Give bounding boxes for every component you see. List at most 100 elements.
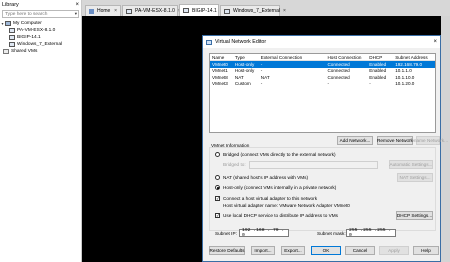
tab-windows7[interactable]: Windows_7_External × — [220, 5, 286, 16]
cell: - — [260, 68, 263, 74]
vm-icon — [9, 42, 15, 47]
connect-adapter-checkbox[interactable]: ✓ — [215, 196, 220, 201]
column-header[interactable]: Type — [235, 55, 261, 60]
dhcp-settings-button[interactable]: DHCP Settings... — [396, 211, 433, 220]
column-header[interactable]: DHCP — [369, 55, 395, 60]
tree-item-pa-vm[interactable]: PA-VM-ESX-8.1.0 — [0, 27, 81, 34]
use-dhcp-checkbox[interactable]: ✓ — [215, 213, 220, 218]
cell: 10.1.10.0 — [395, 74, 415, 80]
cell: - — [260, 61, 263, 67]
network-row[interactable]: VMnet3 Custom - - - 10.1.20.0 — [210, 81, 435, 88]
vm-icon — [9, 35, 15, 40]
tab-label: BIGIP-14.1 — [192, 7, 217, 14]
tree-item-windows7[interactable]: Windows_7_External — [0, 41, 81, 48]
subnet-mask-label: Subnet mask: — [317, 231, 346, 236]
cell: 192.168.79.0 — [395, 61, 423, 67]
host-only-label: Host-only (connect VMs internally in a p… — [223, 185, 337, 190]
dialog-title: Virtual Network Editor — [215, 39, 267, 45]
tree-item-my-computer[interactable]: ▾ My Computer — [0, 20, 81, 27]
cell: Host-only — [234, 61, 255, 67]
cell: VMnet3 — [212, 81, 228, 87]
tree-item-shared-vms[interactable]: Shared VMs — [0, 48, 81, 55]
close-icon[interactable]: × — [114, 8, 117, 14]
cell: Enabled — [369, 61, 387, 67]
cell: 10.1.20.0 — [395, 81, 415, 87]
tree-item-bigip[interactable]: BIGIP-14.1 — [0, 34, 81, 41]
cell: NAT — [260, 74, 270, 80]
cell: Host-only — [234, 68, 255, 74]
apply-button[interactable]: Apply — [379, 246, 409, 255]
host-only-radio[interactable] — [215, 185, 220, 190]
tab-bigip[interactable]: BIGIP-14.1 × — [179, 4, 223, 16]
bridged-to-label: Bridged to: — [223, 162, 246, 167]
restore-defaults-button[interactable]: Restore Defaults — [209, 246, 245, 255]
ok-button[interactable]: OK — [311, 246, 341, 255]
bridged-label: Bridged (connect VMs directly to the ext… — [223, 152, 336, 157]
cell: Connected — [327, 61, 350, 67]
cell: - — [369, 81, 371, 87]
connect-adapter-label: Connect a host virtual adapter to this n… — [223, 196, 318, 201]
bridged-radio[interactable] — [215, 152, 220, 157]
network-row[interactable]: VMnet8 NAT NAT Connected Enabled 10.1.10… — [210, 74, 435, 81]
cell: VMnet1 — [212, 68, 228, 74]
dialog-title-bar: Virtual Network Editor × — [203, 36, 440, 48]
library-header: Library × — [0, 0, 81, 9]
tab-strip: Home × PA-VM-ESX-8.1.0 × BIGIP-14.1 × Wi… — [82, 0, 450, 16]
computer-icon — [5, 21, 11, 26]
vm-icon — [224, 8, 230, 14]
tree-item-label: BIGIP-14.1 — [17, 35, 41, 40]
cell: - — [327, 81, 330, 87]
search-dropdown-icon[interactable]: ▾ — [75, 11, 77, 17]
cell: Enabled — [369, 74, 387, 80]
library-pane: Library × Type here to search ▾ ▾ My Com… — [0, 0, 82, 262]
bridged-to-select[interactable] — [249, 161, 378, 169]
add-network-button[interactable]: Add Network... — [337, 136, 373, 145]
column-header[interactable]: Subnet Address — [395, 55, 435, 60]
tab-label: Windows_7_External — [233, 8, 280, 14]
rename-network-button[interactable]: Rename Network... — [408, 136, 448, 145]
network-row[interactable]: VMnet0 Host-only - Connected Enabled 192… — [210, 61, 435, 68]
network-row[interactable]: VMnet1 Host-only - Connected Enabled 10.… — [210, 68, 435, 75]
subnet-ip-label: Subnet IP: — [215, 231, 237, 236]
cell: - — [260, 81, 263, 87]
export-button[interactable]: Export... — [281, 246, 305, 255]
cell: Connected — [327, 74, 350, 80]
cell: Connected — [327, 68, 350, 74]
tab-label: Home — [97, 8, 111, 14]
library-search-input[interactable]: Type here to search ▾ — [2, 10, 79, 18]
library-title: Library — [2, 1, 19, 8]
cancel-button[interactable]: Cancel — [345, 246, 375, 255]
nat-settings-button[interactable]: NAT Settings... — [397, 173, 433, 182]
subnet-ip-field[interactable]: 192 .168 . 79 . 0 — [239, 228, 289, 238]
library-search-placeholder: Type here to search — [5, 11, 48, 17]
help-button[interactable]: Help — [413, 246, 439, 255]
nat-radio[interactable] — [215, 175, 220, 180]
subnet-mask-field[interactable]: 255 .255 .255 . 0 — [346, 228, 396, 238]
cell: VMnet0 — [212, 61, 228, 67]
column-header[interactable]: Host Connection — [327, 55, 369, 60]
vm-icon — [9, 28, 15, 33]
vm-icon — [183, 8, 189, 13]
tab-home[interactable]: Home × — [85, 5, 121, 16]
tree-item-label: PA-VM-ESX-8.1.0 — [17, 28, 56, 33]
column-header[interactable]: Name — [210, 55, 235, 60]
home-icon — [89, 8, 94, 14]
column-header[interactable]: External Connection — [261, 55, 328, 60]
library-close-icon[interactable]: × — [75, 2, 79, 8]
tree-item-label: Shared VMs — [11, 49, 38, 54]
close-icon[interactable]: × — [433, 39, 437, 45]
network-editor-icon — [206, 39, 212, 45]
network-list[interactable]: Name Type External Connection Host Conne… — [209, 53, 436, 133]
cell: VMnet8 — [212, 74, 228, 80]
import-button[interactable]: Import... — [251, 246, 275, 255]
library-tree: ▾ My Computer PA-VM-ESX-8.1.0 BIGIP-14.1… — [0, 20, 81, 55]
automatic-settings-button[interactable]: Automatic Settings... — [389, 160, 433, 169]
use-dhcp-label: Use local DHCP service to distribute IP … — [223, 213, 338, 218]
virtual-network-editor-dialog: Virtual Network Editor × Name Type Exter… — [202, 35, 448, 262]
close-icon[interactable]: × — [283, 8, 286, 14]
shared-folder-icon — [3, 49, 9, 54]
cell: Custom — [234, 81, 251, 87]
cell: 10.1.1.0 — [395, 68, 412, 74]
vm-icon — [126, 8, 132, 14]
tab-pa-vm[interactable]: PA-VM-ESX-8.1.0 × — [122, 5, 181, 16]
